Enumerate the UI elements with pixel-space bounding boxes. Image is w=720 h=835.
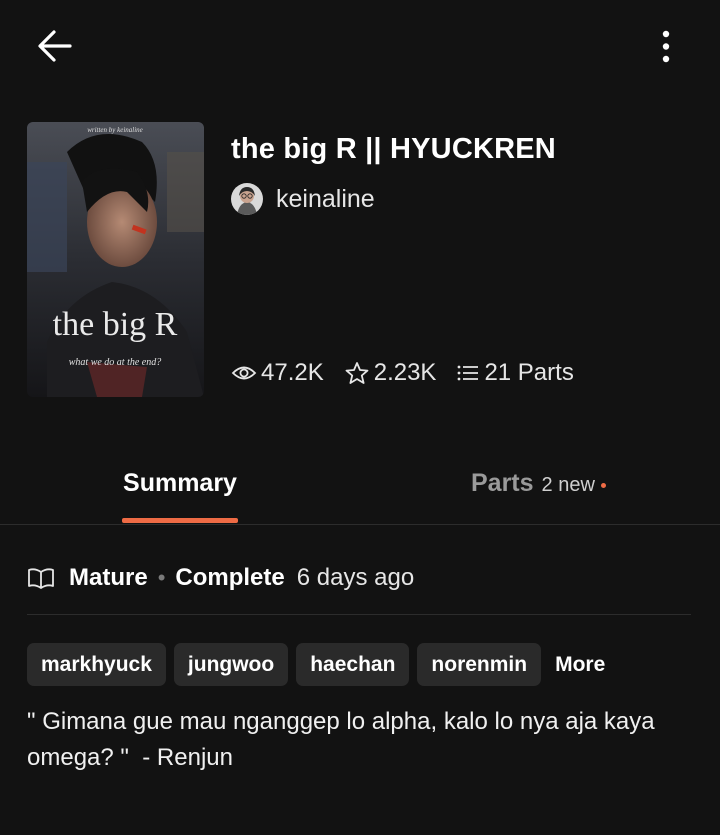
author-name: keinaline (276, 184, 375, 213)
tab-summary-label: Summary (123, 469, 237, 497)
story-stats: 47.2K 2.23K 21 Parts (231, 356, 594, 390)
cover-title-text: the big R (53, 306, 178, 343)
author-link[interactable]: keinaline (231, 182, 375, 216)
story-cover[interactable]: written by keinaline the big R what we d… (27, 122, 204, 397)
status-label: Complete (175, 564, 285, 591)
arrow-left-icon (38, 30, 72, 62)
eye-icon (231, 366, 257, 380)
tag-chip[interactable]: markhyuck (27, 643, 166, 686)
tag-chip[interactable]: haechan (296, 643, 410, 686)
story-description: " Gimana gue mau nganggep lo alpha, kalo… (27, 708, 662, 771)
active-tab-indicator (122, 518, 238, 523)
new-indicator-dot (600, 482, 606, 488)
tag-list: markhyuck jungwoo haechan norenmin More (27, 643, 605, 686)
parts-count: 21 Parts (484, 359, 574, 386)
tab-parts-label: Parts (471, 469, 534, 497)
cover-image: written by keinaline the big R what we d… (27, 122, 204, 397)
avatar (231, 183, 263, 215)
votes-stat: 2.23K (344, 359, 437, 387)
reads-stat: 47.2K (231, 359, 324, 387)
story-meta: Mature • Complete 6 days ago (27, 560, 414, 596)
top-bar (0, 0, 720, 95)
parts-stat: 21 Parts (456, 359, 574, 387)
tag-chip[interactable]: jungwoo (173, 643, 289, 686)
more-options-button[interactable] (644, 24, 688, 70)
back-button[interactable] (30, 24, 80, 70)
tab-summary[interactable]: Summary (122, 458, 238, 524)
updated-time: 6 days ago (296, 564, 415, 591)
votes-count: 2.23K (373, 359, 437, 386)
reads-count: 47.2K (261, 359, 324, 386)
meta-separator: • (157, 565, 166, 590)
list-icon (458, 365, 479, 381)
tab-bar: Summary Parts 2 new (0, 458, 720, 525)
star-icon (345, 362, 369, 384)
more-vertical-icon (662, 30, 670, 63)
tag-chip[interactable]: norenmin (417, 643, 542, 686)
book-open-icon (28, 568, 54, 589)
more-tags-button[interactable]: More (555, 653, 605, 677)
story-title: the big R || HYUCKREN (231, 133, 556, 165)
cover-subtitle-text: what we do at the end? (69, 357, 162, 368)
cover-author-text: written by keinaline (87, 126, 143, 134)
new-parts-badge: 2 new (541, 474, 595, 496)
tab-parts[interactable]: Parts 2 new (471, 469, 606, 501)
rating-label: Mature (69, 564, 148, 591)
divider (27, 614, 691, 615)
